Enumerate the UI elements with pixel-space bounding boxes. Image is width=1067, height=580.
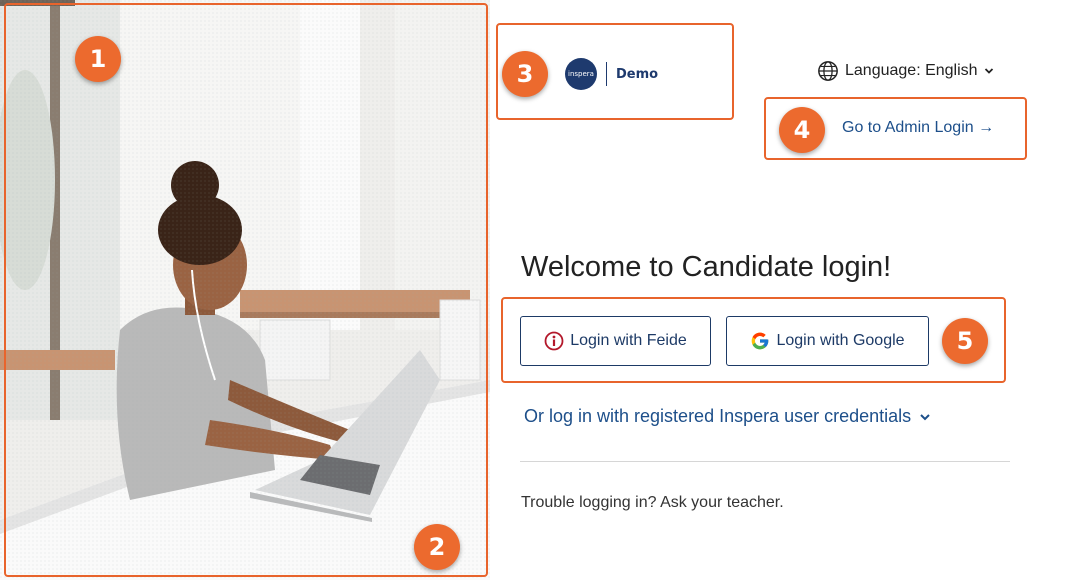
globe-icon	[818, 61, 838, 81]
language-selector[interactable]: Language: English	[817, 60, 994, 82]
section-divider	[520, 461, 1010, 462]
hero-photo-illustration	[0, 0, 490, 580]
trouble-help-text: Trouble logging in? Ask your teacher.	[521, 494, 784, 511]
chevron-down-icon	[920, 413, 930, 420]
inspera-logo-icon: inspera	[565, 58, 597, 90]
chevron-down-icon	[984, 68, 993, 74]
login-feide-button[interactable]: Login with Feide	[520, 316, 711, 366]
page-title: Welcome to Candidate login!	[521, 251, 892, 283]
product-label: Demo	[616, 66, 659, 82]
google-button-label: Login with Google	[776, 332, 905, 349]
annotation-badge-1: 1	[75, 36, 121, 82]
hero-photo	[0, 0, 490, 580]
feide-button-label: Login with Feide	[570, 332, 687, 349]
brand-logo[interactable]: inspera Demo	[565, 58, 658, 90]
logo-divider	[606, 62, 607, 86]
annotation-badge-2: 2	[414, 524, 460, 570]
login-google-button[interactable]: Login with Google	[726, 316, 929, 366]
annotation-badge-3: 3	[502, 51, 548, 97]
logo-text: inspera	[568, 70, 594, 78]
credentials-login-toggle[interactable]: Or log in with registered Inspera user c…	[524, 406, 931, 427]
annotation-badge-5: 5	[942, 318, 988, 364]
annotation-badge-4: 4	[779, 107, 825, 153]
google-g-icon	[752, 332, 769, 350]
feide-icon	[544, 331, 564, 351]
language-label: Language: English	[845, 62, 978, 79]
credentials-toggle-label: Or log in with registered Inspera user c…	[524, 406, 912, 426]
admin-login-link[interactable]: Go to Admin Login →	[842, 119, 994, 137]
